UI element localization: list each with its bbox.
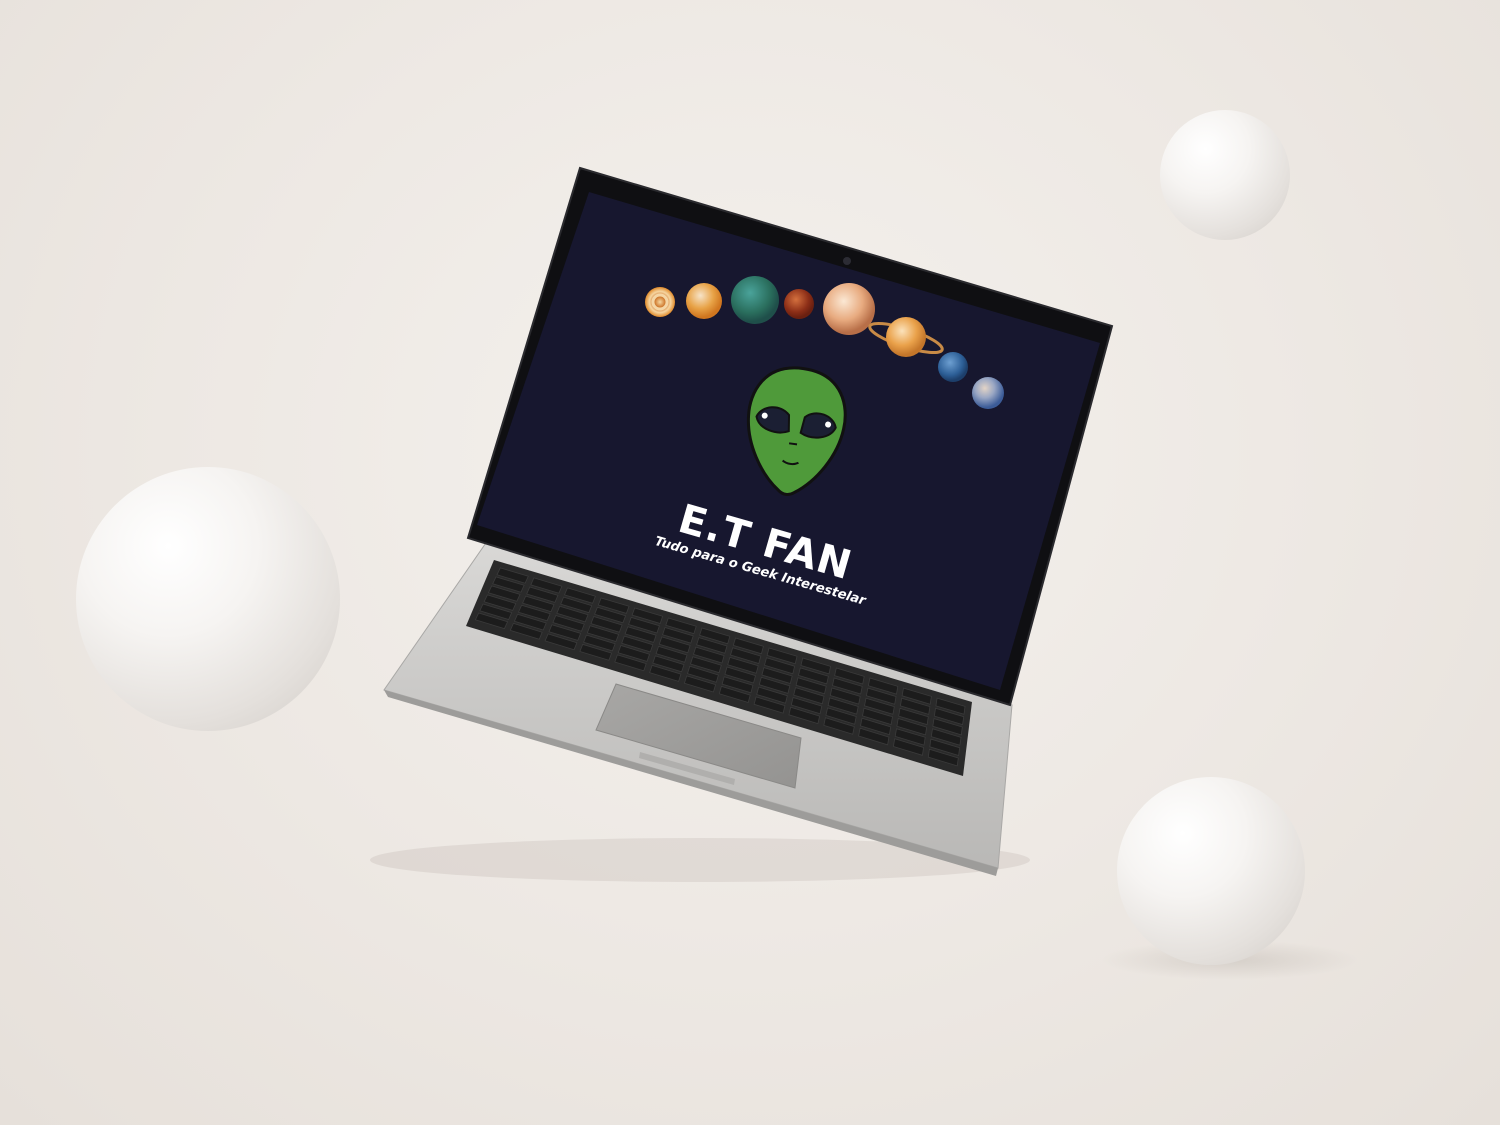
uranus-planet-icon [938,352,968,382]
mercury-planet-icon [686,283,722,319]
jupiter-planet-icon [823,283,875,335]
webcam [843,257,851,265]
sun-planet-icon [645,287,675,317]
saturn-planet-icon [886,317,926,357]
neptune-planet-icon [972,377,1004,409]
earth-planet-icon [731,276,779,324]
mars-planet-icon [784,289,814,319]
mockup-scene: E.T FAN Tudo para o Geek Interestelar [0,0,1500,1125]
